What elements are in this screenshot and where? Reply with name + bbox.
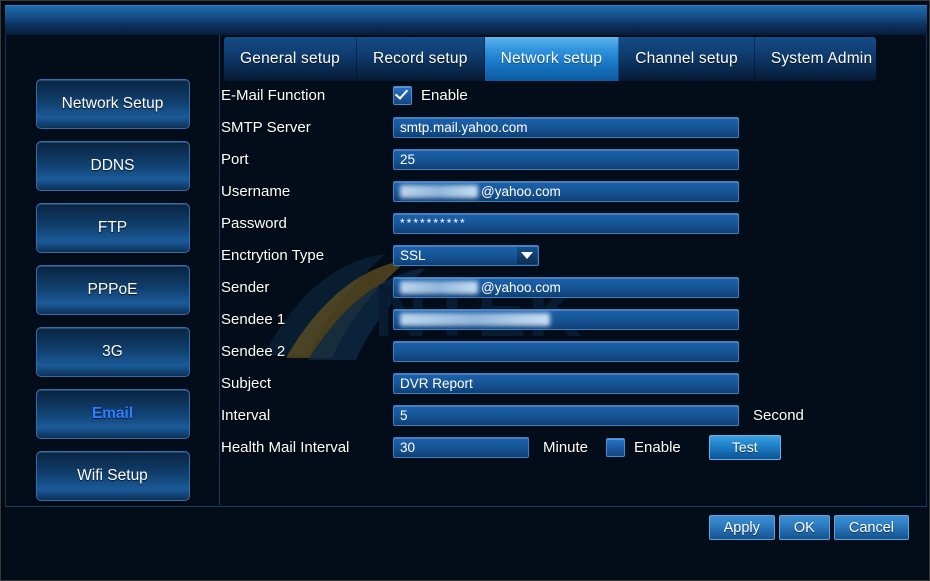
- health-mail-interval-unit-label: Minute: [543, 438, 589, 456]
- sendee-2-input[interactable]: [393, 340, 739, 362]
- sidebar-item-label: Network Setup: [61, 95, 164, 112]
- row-port: Port 25: [221, 143, 927, 175]
- ok-button-label: OK: [793, 519, 815, 536]
- apply-button[interactable]: Apply: [708, 515, 775, 540]
- sender-value: @yahoo.com: [481, 279, 561, 295]
- tab-channel-setup[interactable]: Channel setup: [619, 37, 755, 81]
- sidebar-item-ftp[interactable]: FTP: [35, 203, 190, 253]
- row-password: Password **********: [221, 207, 927, 239]
- ok-button[interactable]: OK: [778, 515, 830, 540]
- username-redacted-block: [400, 184, 478, 198]
- smtp-server-value: smtp.mail.yahoo.com: [400, 119, 528, 135]
- tab-label: Record setup: [372, 50, 468, 67]
- window-titlebar: [5, 5, 927, 36]
- health-mail-enable-label: Enable: [634, 438, 681, 456]
- password-value: **********: [400, 216, 467, 230]
- chevron-down-icon[interactable]: [517, 246, 537, 264]
- email-function-checkbox-label: Enable: [421, 86, 468, 104]
- health-mail-enable-checkbox[interactable]: [606, 437, 626, 457]
- sidebar-item-label: 3G: [102, 343, 123, 360]
- smtp-server-input[interactable]: smtp.mail.yahoo.com: [393, 116, 739, 138]
- tab-network-setup[interactable]: Network setup: [484, 37, 620, 81]
- label-sendee-1: Sendee 1: [221, 310, 286, 328]
- subject-input[interactable]: DVR Report: [393, 372, 739, 394]
- label-sendee-2: Sendee 2: [221, 342, 286, 360]
- sendee-1-redacted-block: [400, 312, 550, 326]
- test-button-label: Test: [731, 439, 758, 455]
- footer-bar: Apply OK Cancel: [5, 506, 927, 578]
- sidebar-item-label: PPPoE: [87, 281, 138, 298]
- label-interval: Interval: [221, 406, 271, 424]
- apply-button-label: Apply: [723, 519, 760, 536]
- tab-system-admin[interactable]: System Admin: [754, 37, 876, 81]
- tab-label: Network setup: [500, 50, 603, 67]
- label-sender: Sender: [221, 278, 270, 296]
- label-email-function: E-Mail Function: [221, 86, 326, 104]
- row-email-function: E-Mail Function Enable: [221, 79, 927, 111]
- email-function-checkbox[interactable]: [393, 85, 412, 105]
- main-body: General setup Record setup Network setup…: [5, 35, 927, 544]
- password-input[interactable]: **********: [393, 212, 739, 234]
- row-subject: Subject DVR Report: [221, 367, 927, 399]
- cancel-button-label: Cancel: [848, 519, 894, 536]
- label-username: Username: [221, 182, 291, 200]
- sidebar-item-label: Email: [91, 405, 134, 422]
- tab-record-setup[interactable]: Record setup: [356, 37, 485, 81]
- sidebar-item-network-setup[interactable]: Network Setup: [35, 79, 190, 129]
- dvr-setup-window: General setup Record setup Network setup…: [0, 0, 930, 581]
- sidebar-item-label: FTP: [97, 219, 128, 236]
- left-sidebar: Network Setup DDNS FTP PPPoE 3G Email Wi…: [6, 35, 220, 505]
- tab-label: System Admin: [770, 50, 873, 67]
- row-username: Username @yahoo.com: [221, 175, 927, 207]
- cancel-button[interactable]: Cancel: [833, 515, 909, 540]
- row-sender: Sender @yahoo.com: [221, 271, 927, 303]
- label-health-mail-interval: Health Mail Interval: [221, 438, 350, 456]
- label-smtp-server: SMTP Server: [221, 118, 311, 136]
- interval-unit-label: Second: [753, 406, 804, 424]
- email-settings-form: E-Mail Function Enable SMTP Server smtp.…: [221, 79, 927, 505]
- row-sendee-1: Sendee 1: [221, 303, 927, 335]
- tab-label: Channel setup: [635, 50, 738, 67]
- username-input[interactable]: @yahoo.com: [393, 180, 739, 202]
- label-subject: Subject: [221, 374, 272, 392]
- footer-button-group: Apply OK Cancel: [708, 515, 909, 540]
- label-password: Password: [221, 214, 287, 232]
- sender-input[interactable]: @yahoo.com: [393, 276, 739, 298]
- row-smtp-server: SMTP Server smtp.mail.yahoo.com: [221, 111, 927, 143]
- sidebar-item-wifi-setup[interactable]: Wifi Setup: [35, 451, 190, 501]
- sidebar-item-label: DDNS: [90, 157, 135, 174]
- encryption-type-value: SSL: [400, 247, 426, 263]
- health-mail-interval-value: 30: [400, 439, 416, 455]
- row-interval: Interval 5 Second: [221, 399, 927, 431]
- tab-general-setup[interactable]: General setup: [224, 37, 357, 81]
- sidebar-item-email[interactable]: Email: [35, 389, 190, 439]
- row-sendee-2: Sendee 2: [221, 335, 927, 367]
- health-mail-interval-input[interactable]: 30: [393, 436, 529, 458]
- sidebar-item-label: Wifi Setup: [77, 467, 148, 484]
- row-health-mail-interval: Health Mail Interval 30 Minute Enable Te…: [221, 431, 927, 463]
- test-button[interactable]: Test: [708, 434, 781, 460]
- sidebar-item-ddns[interactable]: DDNS: [35, 141, 190, 191]
- interval-value: 5: [400, 407, 408, 423]
- sidebar-item-3g[interactable]: 3G: [35, 327, 190, 377]
- tab-label: General setup: [240, 50, 340, 67]
- top-tab-bar: General setup Record setup Network setup…: [224, 37, 876, 81]
- subject-value: DVR Report: [400, 375, 473, 391]
- sendee-1-input[interactable]: [393, 308, 739, 330]
- row-encryption-type: Enctrytion Type SSL: [221, 239, 927, 271]
- interval-input[interactable]: 5: [393, 404, 739, 426]
- port-input[interactable]: 25: [393, 148, 739, 170]
- label-encryption-type: Enctrytion Type: [221, 246, 325, 264]
- sidebar-item-pppoe[interactable]: PPPoE: [35, 265, 190, 315]
- sender-redacted-block: [400, 280, 478, 294]
- port-value: 25: [400, 151, 416, 167]
- encryption-type-select[interactable]: SSL: [393, 244, 539, 266]
- label-port: Port: [221, 150, 249, 168]
- username-value: @yahoo.com: [481, 183, 561, 199]
